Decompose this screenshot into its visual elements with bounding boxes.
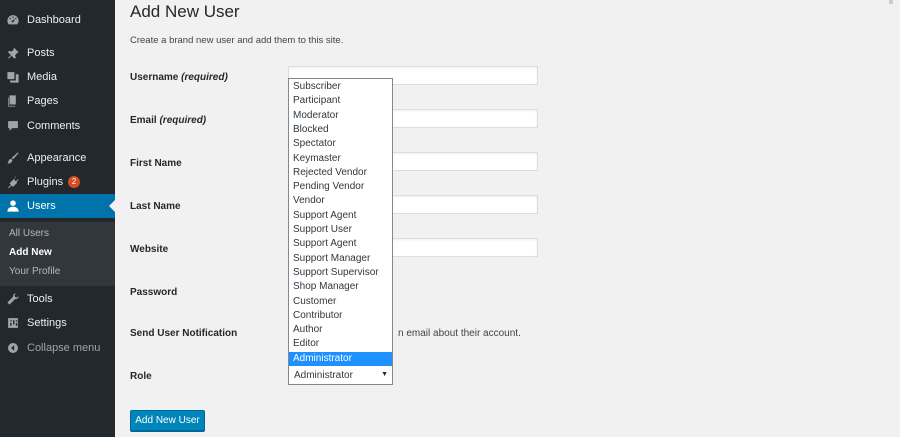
role-option[interactable]: Rejected Vendor (289, 166, 392, 180)
dropdown-arrow-icon: ▼ (381, 371, 388, 378)
sidebar-item-tools[interactable]: Tools (0, 287, 115, 311)
sidebar-item-dashboard[interactable]: Dashboard (0, 8, 115, 32)
users-submenu: All Users Add New Your Profile (0, 222, 115, 286)
sidebar-item-posts[interactable]: Posts (0, 41, 115, 65)
role-option[interactable]: Participant (289, 94, 392, 108)
role-option[interactable]: Blocked (289, 123, 392, 137)
role-option[interactable]: Author (289, 323, 392, 337)
admin-sidebar: Dashboard Posts Media Pages Comments App… (0, 0, 115, 437)
wrench-icon (6, 292, 20, 306)
role-option[interactable]: Pending Vendor (289, 180, 392, 194)
last-name-label: Last Name (130, 201, 181, 212)
role-option[interactable]: Support Agent (289, 209, 392, 223)
add-new-user-button[interactable]: Add New User (130, 410, 205, 431)
role-selected-value: Administrator (294, 370, 353, 381)
role-option[interactable]: Administrator (289, 351, 392, 366)
role-option[interactable]: Spectator (289, 137, 392, 151)
required-marker: (required) (159, 115, 207, 126)
pages-icon (6, 94, 20, 108)
website-label: Website (130, 244, 169, 255)
dashboard-icon (6, 13, 20, 27)
role-option[interactable]: Contributor (289, 309, 392, 323)
sidebar-item-label: Settings (27, 317, 67, 329)
submenu-all-users[interactable]: All Users (9, 228, 49, 239)
brush-icon (6, 151, 20, 165)
sidebar-item-comments[interactable]: Comments (0, 114, 115, 138)
sidebar-item-appearance[interactable]: Appearance (0, 146, 115, 170)
role-option[interactable]: Keymaster (289, 152, 392, 166)
role-option[interactable]: Moderator (289, 109, 392, 123)
pin-icon (6, 46, 20, 60)
role-option[interactable]: Customer (289, 295, 392, 309)
first-name-label: First Name (130, 158, 182, 169)
comment-icon (6, 119, 20, 133)
sidebar-item-label: Appearance (27, 152, 87, 164)
role-option[interactable]: Support Agent (289, 237, 392, 251)
role-option[interactable]: Shop Manager (289, 280, 392, 294)
sidebar-item-label: Posts (27, 47, 55, 59)
sidebar-item-media[interactable]: Media (0, 65, 115, 89)
sidebar-item-label: Media (27, 71, 57, 83)
required-marker: (required) (181, 72, 228, 83)
role-select[interactable]: Administrator ▼ (288, 365, 393, 385)
sidebar-item-label: Plugins (27, 176, 64, 188)
sidebar-item-users[interactable]: Users (0, 194, 115, 218)
sidebar-item-label: Pages (27, 95, 59, 107)
send-notification-description: n email about their account. (398, 328, 521, 339)
sidebar-item-label: Users (27, 200, 56, 212)
role-dropdown-list: Subscriber Participant Moderator Blocked Spe… (288, 78, 393, 366)
password-label: Password (130, 287, 178, 298)
username-label: Username (required) (130, 72, 228, 83)
role-option[interactable]: Vendor (289, 194, 392, 208)
send-notification-label: Send User Notification (130, 328, 238, 339)
sidebar-item-settings[interactable]: Settings (0, 311, 115, 335)
sidebar-item-label: Tools (27, 293, 53, 305)
main-content: Add New User Create a brand new user and… (115, 0, 900, 437)
page-title: Add New User (130, 2, 240, 21)
collapse-icon (6, 341, 20, 355)
plugin-icon (6, 175, 20, 189)
sidebar-item-pages[interactable]: Pages (0, 89, 115, 113)
sidebar-item-label: Dashboard (27, 14, 81, 26)
role-option[interactable]: Support Manager (289, 252, 392, 266)
user-icon (6, 199, 20, 213)
submenu-your-profile[interactable]: Your Profile (9, 266, 60, 277)
sidebar-item-label: Comments (27, 120, 81, 132)
collapse-menu-button[interactable]: Collapse menu (0, 336, 115, 360)
role-option[interactable]: Subscriber (289, 80, 392, 94)
role-option[interactable]: Support Supervisor (289, 266, 392, 280)
update-count-badge: 2 (68, 176, 81, 188)
role-option[interactable]: Support User (289, 223, 392, 237)
corner-mark (889, 0, 893, 4)
role-label: Role (130, 371, 152, 382)
settings-icon (6, 316, 20, 330)
page-subtitle: Create a brand new user and add them to … (130, 35, 344, 46)
email-label: Email (required) (130, 115, 207, 126)
collapse-menu-label: Collapse menu (27, 342, 101, 354)
submenu-add-new[interactable]: Add New (9, 247, 52, 258)
media-icon (6, 70, 20, 84)
role-option[interactable]: Editor (289, 337, 392, 351)
sidebar-item-plugins[interactable]: Plugins 2 (0, 170, 115, 194)
